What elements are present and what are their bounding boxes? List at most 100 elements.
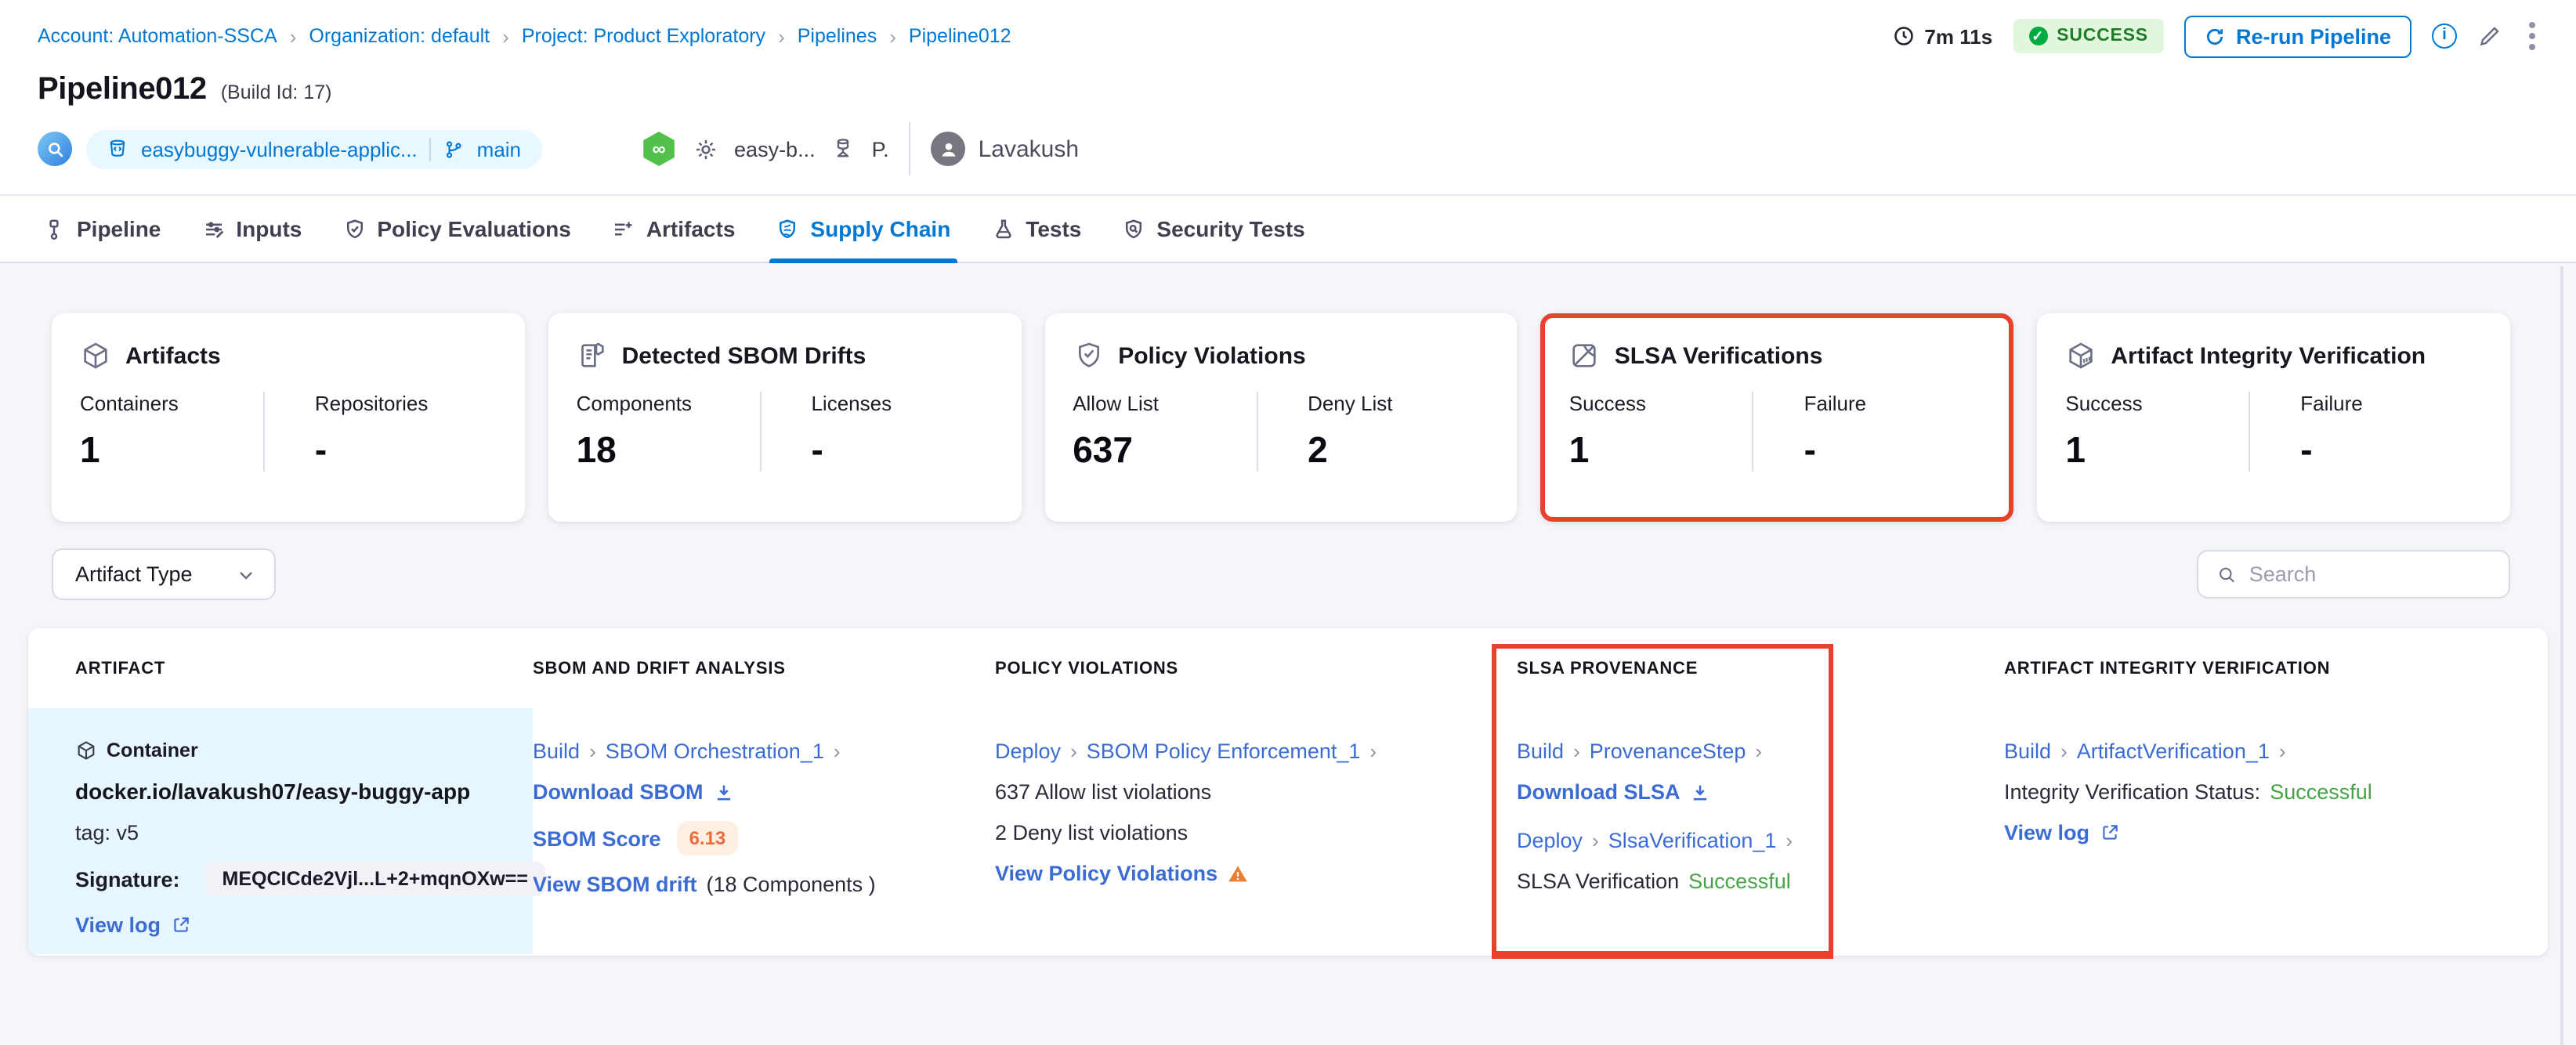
- slsa-status-label: SLSA Verification: [1517, 870, 1680, 893]
- meta-row: easybuggy-vulnerable-applic... main ∞ ea…: [0, 108, 2576, 194]
- cube-icon: [84, 342, 107, 369]
- edit-pencil-icon[interactable]: [2477, 24, 2502, 49]
- shield-check-icon: [1078, 342, 1099, 367]
- view-policy-violations-link[interactable]: View Policy Violations: [995, 862, 1217, 885]
- slsa-verification-step-link[interactable]: SlsaVerification_1: [1608, 829, 1777, 852]
- card-title: Artifact Integrity Verification: [2111, 342, 2426, 369]
- slsa-build-stage-link[interactable]: Build: [1517, 739, 1564, 763]
- branch-name[interactable]: main: [477, 137, 521, 161]
- artifact-tag: tag: v5: [75, 821, 139, 844]
- card-artifacts: Artifacts Containers 1 Repositories -: [52, 313, 525, 522]
- tab-label: Security Tests: [1156, 216, 1305, 241]
- warning-triangle-icon: [1228, 865, 1247, 881]
- allow-list-violations: 637 Allow list violations: [995, 780, 1212, 804]
- tab-tests[interactable]: Tests: [971, 196, 1102, 262]
- chevron-right-icon: ›: [1755, 739, 1763, 763]
- view-log-link[interactable]: View log: [75, 913, 161, 937]
- col-slsa: SLSA PROVENANCE: [1517, 659, 1699, 678]
- page-header: Account: Automation-SSCA › Organization:…: [0, 0, 2576, 194]
- stat-slsa-failure: Failure -: [1752, 392, 1986, 472]
- sbom-score-link[interactable]: SBOM Score: [533, 826, 661, 850]
- tab-pipeline[interactable]: Pipeline: [22, 196, 181, 262]
- tab-security-tests[interactable]: Security Tests: [1102, 196, 1325, 262]
- chevron-right-icon: ›: [1573, 739, 1580, 763]
- tab-supply-chain[interactable]: Supply Chain: [755, 196, 971, 263]
- ci-module-icon: [38, 132, 72, 166]
- stat-deny-list: Deny List 2: [1256, 392, 1489, 472]
- chevron-right-icon: ›: [289, 24, 297, 48]
- chevron-right-icon: ›: [1369, 739, 1377, 763]
- stat-licenses: Licenses -: [759, 392, 993, 472]
- card-policy-violations: Policy Violations Allow List 637 Deny Li…: [1044, 313, 1518, 522]
- sbom-stage-link[interactable]: Build: [533, 739, 580, 763]
- supply-chain-page: Account: Automation-SSCA › Organization:…: [0, 0, 2576, 1045]
- sbom-document-icon: [581, 342, 604, 367]
- stat-integrity-success: Success 1: [2065, 392, 2143, 470]
- stat-components: Components 18: [576, 392, 693, 470]
- slsa-cell: Build › ProvenanceStep › Download SLSA D…: [1517, 708, 2004, 954]
- slsa-status-value: Successful: [1688, 870, 1791, 893]
- view-sbom-drift-link[interactable]: View SBOM drift: [533, 873, 697, 896]
- vertical-divider: [909, 122, 911, 175]
- integrity-stage-link[interactable]: Build: [2004, 739, 2051, 763]
- webhook-trigger-icon: ∞: [643, 132, 675, 166]
- chevron-right-icon: ›: [2060, 739, 2068, 763]
- chevron-right-icon: ›: [502, 24, 509, 48]
- clock-icon: [1894, 27, 1914, 45]
- page-title: Pipeline012: [38, 72, 207, 107]
- rerun-pipeline-button[interactable]: Re-run Pipeline: [2183, 15, 2411, 57]
- sbom-step-link[interactable]: SBOM Orchestration_1: [606, 739, 824, 763]
- provenance-step-link[interactable]: ProvenanceStep: [1590, 739, 1746, 763]
- tab-label: Pipeline: [77, 216, 161, 241]
- chevron-right-icon: ›: [1592, 829, 1599, 852]
- infrastructure-icon: [838, 139, 849, 157]
- policy-step-link[interactable]: SBOM Policy Enforcement_1: [1087, 739, 1361, 763]
- trigger-info: ∞ easy-b... P.: [642, 132, 889, 166]
- card-artifact-integrity: Artifact Integrity Verification Success …: [2037, 313, 2510, 522]
- artifact-type-select[interactable]: Artifact Type: [52, 548, 276, 600]
- inputs-icon: [205, 221, 223, 237]
- git-branch-icon: [447, 140, 462, 157]
- tab-policy-evaluations[interactable]: Policy Evaluations: [322, 196, 591, 262]
- sbom-score-badge[interactable]: 6.13: [676, 821, 739, 855]
- breadcrumb-pipelines[interactable]: Pipelines: [798, 25, 877, 47]
- download-slsa-link[interactable]: Download SLSA: [1517, 780, 1681, 804]
- policy-stage-link[interactable]: Deploy: [995, 739, 1061, 763]
- artifact-image-name: docker.io/lavakush07/easy-buggy-app: [75, 779, 471, 804]
- chevron-right-icon: ›: [833, 739, 841, 763]
- supply-chain-content: Artifacts Containers 1 Repositories - De…: [0, 263, 2576, 1042]
- stat-slsa-success: Success 1: [1568, 392, 1647, 470]
- execution-tabs: Pipeline Inputs Policy Evaluations Artif…: [0, 194, 2576, 263]
- slsa-deploy-stage-link[interactable]: Deploy: [1517, 829, 1583, 852]
- status-text: SUCCESS: [2057, 27, 2148, 45]
- download-sbom-link[interactable]: Download SBOM: [533, 780, 704, 804]
- search-input[interactable]: [2249, 562, 2490, 586]
- breadcrumb-organization[interactable]: Organization: default: [309, 25, 490, 47]
- info-icon[interactable]: i: [2432, 24, 2457, 49]
- integrity-status-label: Integrity Verification Status:: [2004, 780, 2261, 804]
- tab-artifacts[interactable]: Artifacts: [592, 196, 756, 262]
- view-log-link[interactable]: View log: [2004, 821, 2089, 844]
- signature-label: Signature:: [75, 867, 180, 891]
- download-icon: [717, 784, 730, 800]
- trigger-user-initial: P.: [871, 137, 889, 161]
- container-cube-icon: [78, 741, 95, 760]
- tab-label: Inputs: [236, 216, 302, 241]
- breadcrumb-project[interactable]: Project: Product Exploratory: [522, 25, 765, 47]
- download-icon: [1694, 784, 1707, 800]
- breadcrumb-pipeline012[interactable]: Pipeline012: [909, 25, 1011, 47]
- repo-name[interactable]: easybuggy-vulnerable-applic...: [141, 137, 418, 161]
- artifact-verification-step-link[interactable]: ArtifactVerification_1: [2077, 739, 2270, 763]
- card-title: SLSA Verifications: [1614, 342, 1823, 369]
- table-header: ARTIFACT SBOM AND DRIFT ANALYSIS POLICY …: [28, 628, 2548, 708]
- tab-label: Policy Evaluations: [377, 216, 571, 241]
- tab-inputs[interactable]: Inputs: [181, 196, 322, 262]
- sbom-cell: Build › SBOM Orchestration_1 › Download …: [533, 708, 995, 954]
- more-options-icon[interactable]: [2523, 19, 2542, 53]
- trigger-config-name: easy-b...: [734, 137, 816, 161]
- breadcrumb-account[interactable]: Account: Automation-SSCA: [38, 25, 277, 47]
- slsa-icon: [1573, 344, 1597, 367]
- scrollbar[interactable]: [2560, 266, 2563, 1045]
- build-id: (Build Id: 17): [220, 81, 332, 103]
- shield-check-icon: [346, 219, 363, 238]
